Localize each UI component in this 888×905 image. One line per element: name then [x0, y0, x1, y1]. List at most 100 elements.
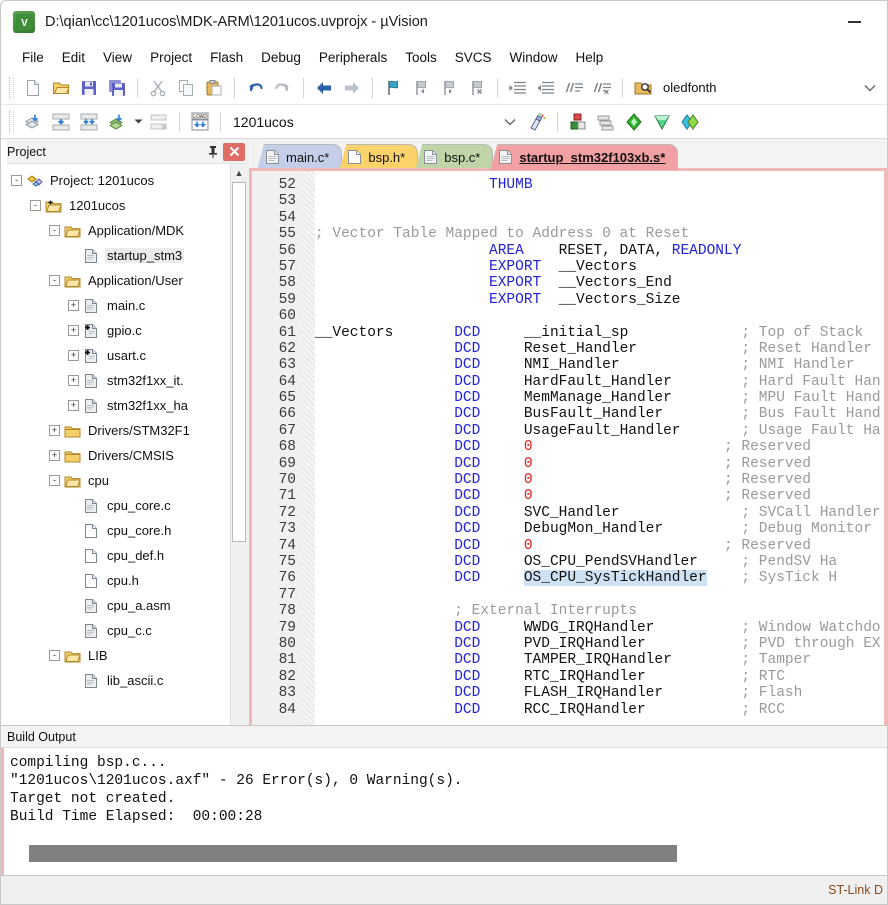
manage-run-time-env-icon[interactable]	[620, 108, 648, 136]
line-bookmark-cell[interactable]	[302, 177, 315, 193]
tree-item[interactable]: - LIB	[1, 643, 247, 668]
code-line[interactable]: 75 DCD OS_CPU_PendSVHandler ; PendSV Ha	[252, 554, 884, 570]
menu-file[interactable]: File	[13, 48, 53, 67]
tree-item[interactable]: + gpio.c	[1, 318, 247, 343]
bookmark-next-icon[interactable]	[435, 74, 463, 102]
expand-toggle-icon[interactable]: +	[68, 325, 79, 336]
scroll-thumb[interactable]	[232, 182, 246, 542]
bookmark-clear-icon[interactable]	[463, 74, 491, 102]
expand-toggle-icon[interactable]: +	[68, 350, 79, 361]
code-line[interactable]: 58 EXPORT __Vectors_End	[252, 275, 884, 291]
manage-project-items-icon[interactable]	[564, 108, 592, 136]
close-icon[interactable]	[223, 142, 245, 161]
tree-item[interactable]: cpu.h	[1, 568, 247, 593]
line-bookmark-cell[interactable]	[302, 275, 315, 291]
code-line[interactable]: 54	[252, 210, 884, 226]
collapse-toggle-icon[interactable]: -	[49, 275, 60, 286]
line-bookmark-cell[interactable]	[302, 636, 315, 652]
tree-item[interactable]: - 1201ucos	[1, 193, 247, 218]
code-line[interactable]: 66 DCD BusFault_Handler ; Bus Fault Hand	[252, 406, 884, 422]
translate-icon[interactable]	[19, 108, 47, 136]
collapse-toggle-icon[interactable]: -	[11, 175, 22, 186]
tree-item[interactable]: + usart.c	[1, 343, 247, 368]
collapse-toggle-icon[interactable]: -	[30, 200, 41, 211]
menu-tools[interactable]: Tools	[396, 48, 446, 67]
tree-item[interactable]: cpu_core.c	[1, 493, 247, 518]
undo-icon[interactable]	[241, 74, 269, 102]
build-dropdown-icon[interactable]	[131, 108, 145, 136]
save-all-icon[interactable]	[103, 74, 131, 102]
line-bookmark-cell[interactable]	[302, 554, 315, 570]
line-bookmark-cell[interactable]	[302, 570, 315, 586]
cut-icon[interactable]	[144, 74, 172, 102]
editor-tab-main-c[interactable]: main.c*	[257, 144, 343, 170]
collapse-toggle-icon[interactable]: -	[49, 475, 60, 486]
tree-item[interactable]: - Application/MDK	[1, 218, 247, 243]
build-output-hscroll-thumb[interactable]	[29, 845, 677, 862]
line-bookmark-cell[interactable]	[302, 341, 315, 357]
expand-toggle-icon[interactable]: +	[49, 450, 60, 461]
code-line[interactable]: 78 ; External Interrupts	[252, 603, 884, 619]
line-bookmark-cell[interactable]	[302, 603, 315, 619]
tree-item[interactable]: startup_stm3	[1, 243, 247, 268]
find-combo[interactable]: oledfonth	[657, 76, 883, 100]
tree-item[interactable]: + main.c	[1, 293, 247, 318]
tree-item[interactable]: cpu_c.c	[1, 618, 247, 643]
line-bookmark-cell[interactable]	[302, 587, 315, 603]
code-line[interactable]: 82 DCD RTC_IRQHandler ; RTC	[252, 669, 884, 685]
tree-item[interactable]: + Drivers/STM32F1	[1, 418, 247, 443]
menu-debug[interactable]: Debug	[252, 48, 310, 67]
code-line[interactable]: 59 EXPORT __Vectors_Size	[252, 292, 884, 308]
code-line[interactable]: 80 DCD PVD_IRQHandler ; PVD through EX	[252, 636, 884, 652]
scroll-up-arrow[interactable]: ▲	[231, 164, 247, 181]
line-bookmark-cell[interactable]	[302, 374, 315, 390]
code-line[interactable]: 52 THUMB	[252, 177, 884, 193]
outdent-icon[interactable]	[532, 74, 560, 102]
tree-item[interactable]: cpu_a.asm	[1, 593, 247, 618]
expand-toggle-icon[interactable]: +	[68, 400, 79, 411]
line-bookmark-cell[interactable]	[302, 423, 315, 439]
code-line[interactable]: 70 DCD 0 ; Reserved	[252, 472, 884, 488]
code-line[interactable]: 84 DCD RCC_IRQHandler ; RCC	[252, 702, 884, 718]
tree-item[interactable]: + Drivers/CMSIS	[1, 443, 247, 468]
copy-icon[interactable]	[172, 74, 200, 102]
expand-toggle-icon[interactable]: +	[68, 375, 79, 386]
editor-tab-bsp-c[interactable]: bsp.c*	[415, 144, 494, 170]
bookmark-prev-icon[interactable]	[407, 74, 435, 102]
tree-item[interactable]: - Application/User	[1, 268, 247, 293]
line-bookmark-cell[interactable]	[302, 325, 315, 341]
open-file-icon[interactable]	[47, 74, 75, 102]
target-chevron-down-icon[interactable]	[497, 110, 523, 134]
line-bookmark-cell[interactable]	[302, 357, 315, 373]
tree-item[interactable]: - Project: 1201ucos	[1, 168, 247, 193]
uncomment-icon[interactable]	[588, 74, 616, 102]
code-line[interactable]: 74 DCD 0 ; Reserved	[252, 538, 884, 554]
toolbar-grip[interactable]	[9, 76, 14, 99]
collapse-toggle-icon[interactable]: -	[49, 225, 60, 236]
minimize-button[interactable]	[831, 9, 877, 35]
line-bookmark-cell[interactable]	[302, 210, 315, 226]
new-file-icon[interactable]	[19, 74, 47, 102]
line-bookmark-cell[interactable]	[302, 472, 315, 488]
code-line[interactable]: 61 __Vectors DCD __initial_sp ; Top of St…	[252, 325, 884, 341]
code-line[interactable]: 67 DCD UsageFault_Handler ; Usage Fault …	[252, 423, 884, 439]
batch-build-icon[interactable]	[103, 108, 131, 136]
line-bookmark-cell[interactable]	[302, 193, 315, 209]
select-software-packs-icon[interactable]	[648, 108, 676, 136]
indent-icon[interactable]	[504, 74, 532, 102]
redo-icon[interactable]	[269, 74, 297, 102]
build-toolbar-grip[interactable]	[9, 110, 14, 133]
menu-peripherals[interactable]: Peripherals	[310, 48, 396, 67]
build-output-hscrollbar[interactable]	[4, 845, 887, 863]
expand-toggle-icon[interactable]: +	[49, 425, 60, 436]
line-bookmark-cell[interactable]	[302, 406, 315, 422]
tree-item[interactable]: cpu_core.h	[1, 518, 247, 543]
line-bookmark-cell[interactable]	[302, 538, 315, 554]
menu-help[interactable]: Help	[567, 48, 613, 67]
line-bookmark-cell[interactable]	[302, 702, 315, 718]
tree-item[interactable]: + stm32f1xx_it.	[1, 368, 247, 393]
code-line[interactable]: 53	[252, 193, 884, 209]
navigate-back-icon[interactable]	[310, 74, 338, 102]
target-options-icon[interactable]	[523, 108, 551, 136]
pin-icon[interactable]	[203, 142, 223, 162]
